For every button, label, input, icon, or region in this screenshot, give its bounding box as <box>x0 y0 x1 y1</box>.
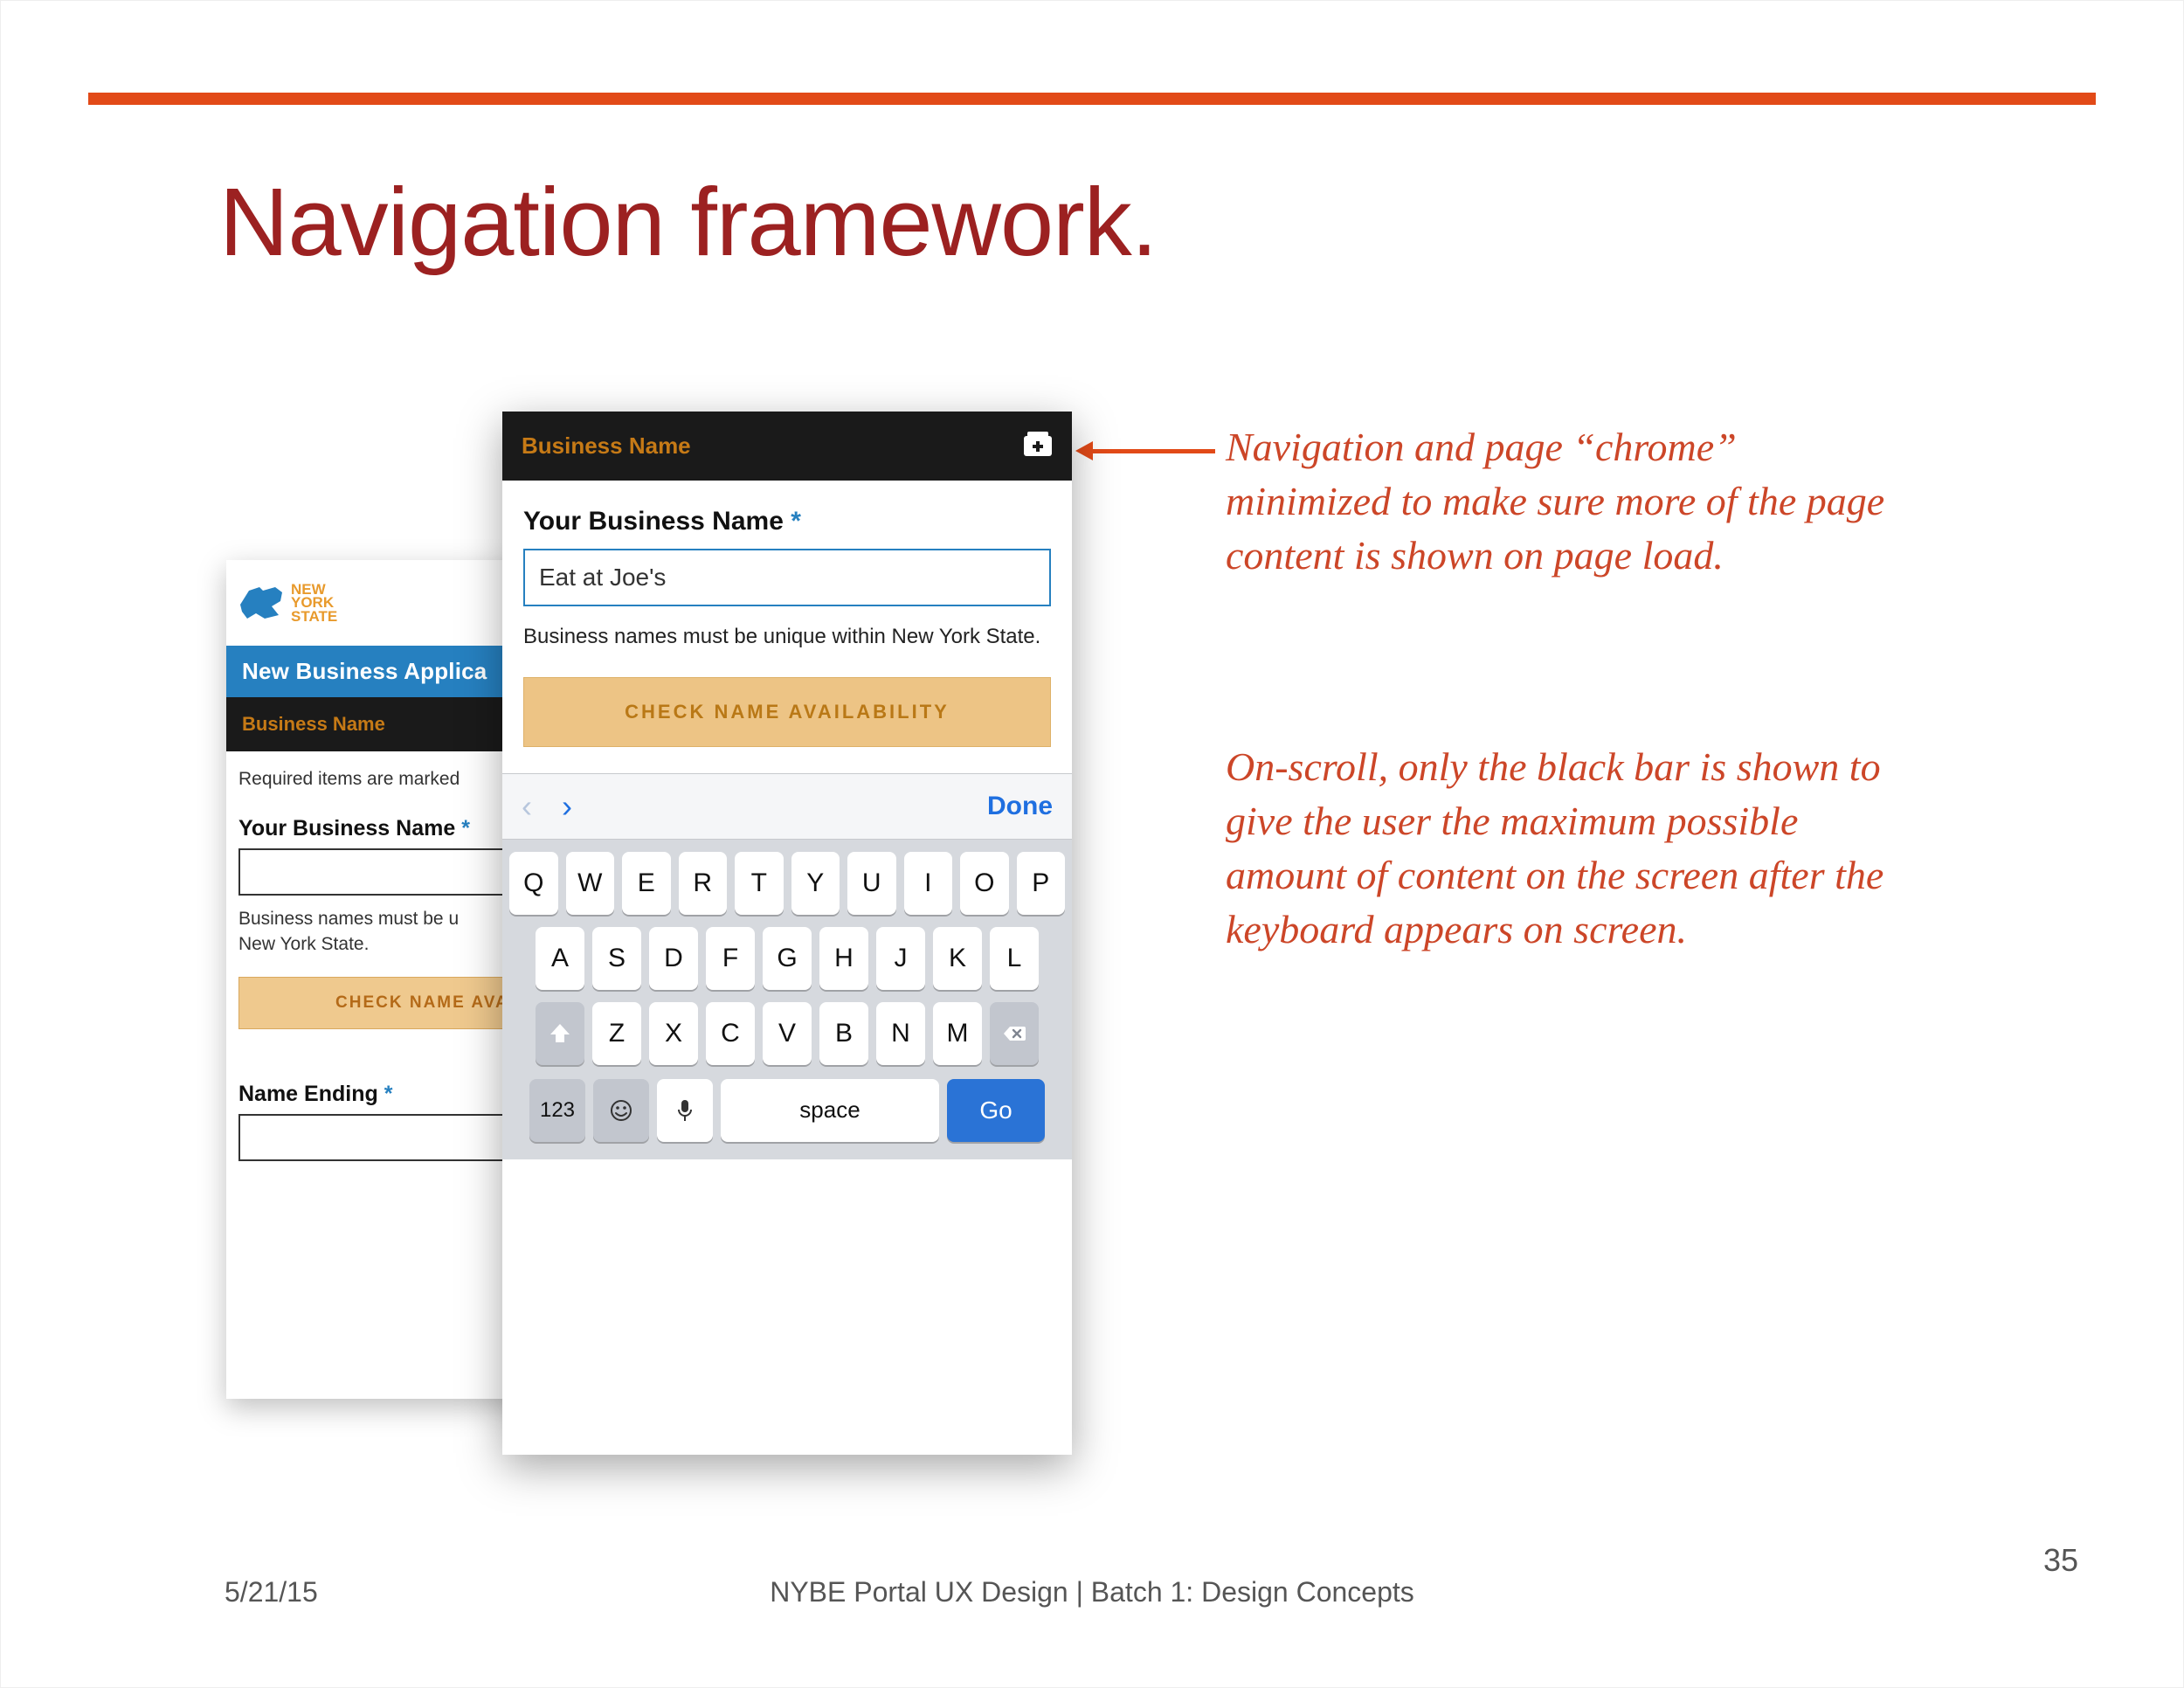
dictation-key-icon[interactable] <box>657 1079 713 1142</box>
callout-arrow <box>1075 445 1215 457</box>
key-r[interactable]: R <box>679 852 728 915</box>
hint-line1: Business names must be u <box>238 909 459 929</box>
prev-field-chevron-icon[interactable]: ‹ <box>522 788 532 825</box>
arrow-head-icon <box>1075 441 1093 460</box>
slide: Navigation framework. Navigation and pag… <box>0 0 2184 1688</box>
slide-title: Navigation framework. <box>219 167 1157 278</box>
emoji-key-icon[interactable] <box>593 1079 649 1142</box>
required-asterisk: * <box>461 816 470 841</box>
ny-state-logo: NEW YORK STATE <box>238 583 337 623</box>
key-p[interactable]: P <box>1017 852 1066 915</box>
business-name-label-text: Your Business Name <box>523 507 784 536</box>
check-name-availability-button[interactable]: CHECK NAME AVAILABILITY <box>523 677 1051 747</box>
key-b[interactable]: B <box>819 1002 868 1065</box>
key-g[interactable]: G <box>763 927 812 990</box>
key-q[interactable]: Q <box>509 852 558 915</box>
key-c[interactable]: C <box>706 1002 755 1065</box>
keyboard-row-4: 123 space Go <box>509 1079 1065 1142</box>
required-asterisk: * <box>384 1082 393 1106</box>
ios-keyboard: ‹ › Done Q W E R T Y U I O P <box>502 773 1072 1159</box>
key-w[interactable]: W <box>566 852 615 915</box>
key-n[interactable]: N <box>876 1002 925 1065</box>
keyboard-accessory-bar: ‹ › Done <box>502 773 1072 840</box>
add-step-icon[interactable] <box>1023 431 1053 461</box>
compact-top-bar: Business Name <box>502 412 1072 481</box>
key-y[interactable]: Y <box>791 852 840 915</box>
topbar-section-label: Business Name <box>522 432 691 460</box>
keyboard-done-button[interactable]: Done <box>987 792 1053 821</box>
key-x[interactable]: X <box>649 1002 698 1065</box>
annotation-paragraph-2: On-scroll, only the black bar is shown t… <box>1226 740 1890 957</box>
business-name-hint: Business names must be unique within New… <box>523 622 1051 653</box>
key-k[interactable]: K <box>933 927 982 990</box>
business-name-input[interactable]: Eat at Joe's <box>523 549 1051 606</box>
ny-state-wordmark: NEW YORK STATE <box>291 583 337 623</box>
key-z[interactable]: Z <box>592 1002 641 1065</box>
numbers-key[interactable]: 123 <box>529 1079 585 1142</box>
shift-key-icon[interactable] <box>536 1002 584 1065</box>
hint-line2: New York State. <box>238 934 369 954</box>
key-j[interactable]: J <box>876 927 925 990</box>
key-i[interactable]: I <box>904 852 953 915</box>
backspace-key-icon[interactable] <box>990 1002 1039 1065</box>
ny-state-shape-icon <box>238 584 286 622</box>
key-o[interactable]: O <box>960 852 1009 915</box>
key-h[interactable]: H <box>819 927 868 990</box>
space-key[interactable]: space <box>721 1079 939 1142</box>
key-s[interactable]: S <box>592 927 641 990</box>
form-content: Your Business Name * Eat at Joe's Busine… <box>502 481 1072 747</box>
keyboard-row-2: A S D F G H J K L <box>509 927 1065 990</box>
key-a[interactable]: A <box>536 927 584 990</box>
key-d[interactable]: D <box>649 927 698 990</box>
keyboard-row-1: Q W E R T Y U I O P <box>509 852 1065 915</box>
mockup-foreground-screen: Business Name Your Business Name * Eat a… <box>502 412 1072 1455</box>
next-field-chevron-icon[interactable]: › <box>562 788 572 825</box>
name-ending-label-text: Name Ending <box>238 1082 378 1106</box>
footer-project-title: NYBE Portal UX Design | Batch 1: Design … <box>1 1576 2183 1608</box>
key-u[interactable]: U <box>847 852 896 915</box>
key-t[interactable]: T <box>735 852 784 915</box>
arrow-line <box>1088 449 1215 453</box>
logo-line3: STATE <box>291 610 337 623</box>
required-asterisk: * <box>791 507 801 536</box>
keyboard-rows: Q W E R T Y U I O P A S D F G H <box>502 840 1072 1159</box>
business-name-label: Your Business Name * <box>523 507 1051 536</box>
key-f[interactable]: F <box>706 927 755 990</box>
key-m[interactable]: M <box>933 1002 982 1065</box>
annotation-paragraph-1: Navigation and page “chrome” minimized t… <box>1226 420 1890 583</box>
keyboard-row-3: Z X C V B N M <box>509 1002 1065 1065</box>
footer-page-number: 35 <box>2043 1542 2078 1579</box>
key-v[interactable]: V <box>763 1002 812 1065</box>
key-e[interactable]: E <box>622 852 671 915</box>
business-name-input-value: Eat at Joe's <box>539 564 666 591</box>
slide-top-accent <box>88 93 2096 105</box>
go-key[interactable]: Go <box>947 1079 1045 1142</box>
key-l[interactable]: L <box>990 927 1039 990</box>
business-name-label-text: Your Business Name <box>238 816 455 841</box>
keyboard-field-nav: ‹ › <box>522 788 572 825</box>
